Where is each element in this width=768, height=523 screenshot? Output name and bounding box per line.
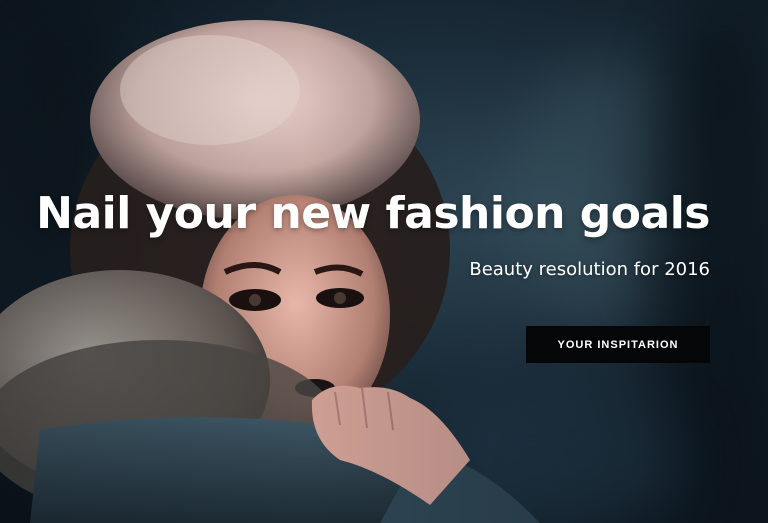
hero-banner: Nail your new fashion goals Beauty resol… — [0, 0, 768, 523]
hero-subheadline: Beauty resolution for 2016 — [469, 259, 710, 280]
your-inspiration-button[interactable]: YOUR INSPITARION — [526, 326, 710, 363]
hero-headline: Nail your new fashion goals — [36, 188, 710, 239]
